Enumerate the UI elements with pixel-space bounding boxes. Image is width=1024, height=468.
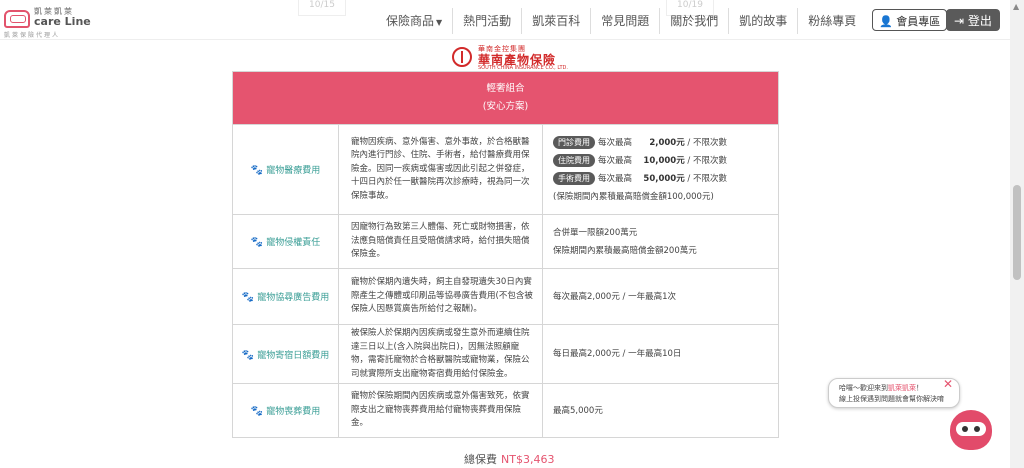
- chat-mascot-icon[interactable]: [950, 410, 992, 450]
- nav-item-products[interactable]: 保險商品 ▼: [376, 8, 454, 34]
- coverage-item-cell: 🐾 寵物醫療費用: [232, 124, 339, 215]
- table-row: 🐾 寵物侵權責任 因寵物行為致第三人體傷、死亡或財物損害，依法應負賠償責任且受賠償…: [232, 214, 779, 269]
- value-suffix: / 不限次數: [687, 155, 727, 166]
- plan-title-cell: 輕奢組合 (安心方案): [232, 71, 779, 125]
- coverage-value-cell: 最高5,000元: [542, 383, 779, 438]
- value-amount: 50,000元: [643, 173, 685, 184]
- value-line: 住院費用 每次最高 10,000元 / 不限次數: [553, 152, 772, 170]
- paw-icon: 🐾: [241, 349, 255, 361]
- careline-logo[interactable]: 凱萊凱萊 care Line 凱萊保險代理人: [4, 6, 92, 39]
- nav-item-story[interactable]: 凱的故事: [729, 8, 799, 34]
- chat-greeting: 哈囉～歡迎來到: [839, 384, 888, 392]
- insurer-logo: 華南金控集團 華南產物保險 SOUTH CHINA INSURANCE CO.,…: [452, 45, 568, 71]
- nav-item-fanpage[interactable]: 粉絲專頁: [798, 8, 866, 34]
- chat-line-1: 哈囉～歡迎來到凱萊凱萊！: [839, 383, 923, 393]
- total-price: NT$3,463: [501, 453, 555, 466]
- coverage-item-label: 寵物醫療費用: [266, 166, 321, 176]
- plan-title: 輕奢組合: [486, 83, 525, 94]
- coverage-value-cell: 門診費用 每次最高 2,000元 / 不限次數 住院費用 每次最高 10,000元 …: [542, 124, 779, 215]
- value-line: 合併單一限額200萬元: [553, 227, 638, 238]
- table-row: 🐾 寵物協尋廣告費用 寵物於保期內遺失時，飼主自發現遺失30日內實際產生之傳體或印…: [232, 268, 779, 325]
- table-row: 🐾 寵物醫療費用 寵物因疾病、意外傷害、意外事故，於合格獸醫院內進行門診、住院、手…: [232, 124, 779, 215]
- chat-exclaim: ！: [916, 384, 923, 392]
- member-area-button[interactable]: 👤 會員專區: [872, 9, 948, 31]
- plan-table: 輕奢組合 (安心方案) 🐾 寵物醫療費用 寵物因疾病、意外傷害、意外事故，於合格獸…: [232, 71, 779, 438]
- value-suffix: / 不限次數: [687, 137, 727, 148]
- coverage-item-cell: 🐾 寵物協尋廣告費用: [232, 268, 339, 325]
- value-line: 最高5,000元: [553, 405, 603, 416]
- total-label: 總保費: [464, 453, 497, 466]
- chat-line-2: 線上投保遇到問題就會幫你解決唷: [839, 395, 944, 403]
- table-row: 🐾 寵物寄宿日額費用 被保險人於保期內因疾病或發生意外而連續住院達三日以上(含入院…: [232, 324, 779, 384]
- logout-button[interactable]: ⇥ 登出: [946, 9, 1000, 31]
- table-row: 🐾 寵物喪葬費用 寵物於保險期間內因疾病或意外傷害致死，依實際支出之寵物喪葬費用給…: [232, 383, 779, 438]
- car-logo-icon: [4, 10, 30, 28]
- value-line: 門診費用 每次最高 2,000元 / 不限次數: [553, 134, 772, 152]
- value-prefix: 每次最高: [598, 173, 633, 184]
- value-tag: 住院費用: [553, 153, 595, 167]
- user-icon: 👤: [879, 15, 893, 28]
- coverage-desc: 被保險人於保期內因疾病或發生意外而連續住院達三日以上(含入院與出院日)，因無法照…: [338, 324, 543, 384]
- logo-brand-sub: 凱萊保險代理人: [4, 32, 61, 39]
- nav-item-label: 保險商品: [386, 14, 435, 28]
- value-amount: 2,000元: [649, 137, 685, 148]
- mascot-eyes: [956, 422, 986, 436]
- value-tag: 手術費用: [553, 171, 595, 185]
- paw-icon: 🐾: [250, 165, 264, 176]
- chat-bubble[interactable]: 哈囉～歡迎來到凱萊凱萊！ 線上投保遇到問題就會幫你解決唷 ✕: [828, 377, 960, 408]
- scroll-thumb[interactable]: [1013, 185, 1021, 280]
- paw-icon: 🐾: [250, 237, 264, 248]
- coverage-item-label: 寵物喪葬費用: [266, 407, 321, 417]
- value-line: 每日最高2,000元 / 一年最高10日: [553, 349, 682, 359]
- nav-item-events[interactable]: 熱門活動: [453, 8, 523, 34]
- site-header: 凱萊凱萊 care Line 凱萊保險代理人 10/15 10/19 保險商品 ▼…: [0, 0, 1010, 40]
- total-premium: 總保費 NT$3,463: [464, 451, 554, 467]
- coverage-desc: 寵物於保險期間內因疾病或意外傷害致死，依實際支出之寵物喪葬費用給付寵物喪葬費用保…: [338, 383, 543, 438]
- coverage-item-cell: 🐾 寵物侵權責任: [232, 214, 339, 269]
- nav-item-faq[interactable]: 常見問題: [591, 8, 661, 34]
- paw-icon: 🐾: [241, 292, 255, 303]
- coverage-item-label: 寵物協尋廣告費用: [257, 293, 330, 303]
- value-prefix: 每次最高: [598, 137, 633, 148]
- main-nav: 保險商品 ▼ 熱門活動 凱萊百科 常見問題 關於我們 凱的故事 粉絲專頁: [376, 8, 866, 34]
- coverage-item-cell: 🐾 寵物寄宿日額費用: [232, 324, 339, 384]
- coverage-item-label: 寵物侵權責任: [266, 238, 321, 248]
- insurer-mark-icon: [452, 47, 472, 67]
- coverage-value-cell: 每日最高2,000元 / 一年最高10日: [542, 324, 779, 384]
- logout-icon: ⇥: [954, 14, 965, 28]
- chat-brand: 凱萊凱萊: [888, 384, 916, 392]
- ghost-date-1: 10/15: [298, 0, 346, 16]
- value-line: 每次最高2,000元 / 一年最高1次: [553, 291, 677, 302]
- scroll-up-icon[interactable]: ▲: [1013, 2, 1019, 11]
- logo-brand-en: care Line: [34, 15, 91, 28]
- value-prefix: 每次最高: [598, 155, 633, 166]
- caret-down-icon: ▼: [436, 18, 443, 27]
- coverage-item-label: 寵物寄宿日額費用: [257, 350, 330, 361]
- page-scrollbar[interactable]: ▲: [1010, 0, 1024, 468]
- coverage-desc: 因寵物行為致第三人體傷、死亡或財物損害，依法應負賠償責任且受賠償請求時，給付損失…: [338, 214, 543, 269]
- coverage-item-cell: 🐾 寵物喪葬費用: [232, 383, 339, 438]
- nav-item-wiki[interactable]: 凱萊百科: [522, 8, 592, 34]
- paw-icon: 🐾: [250, 406, 264, 417]
- nav-item-about[interactable]: 關於我們: [660, 8, 730, 34]
- plan-header-row: 輕奢組合 (安心方案): [232, 71, 779, 125]
- value-amount: 10,000元: [643, 155, 685, 166]
- plan-subtitle: (安心方案): [482, 101, 529, 112]
- value-note: (保險期間內累積最高賠償金額100,000元): [553, 191, 714, 202]
- coverage-value-cell: 每次最高2,000元 / 一年最高1次: [542, 268, 779, 325]
- coverage-desc: 寵物因疾病、意外傷害、意外事故，於合格獸醫院內進行門診、住院、手術者，給付醫療費…: [338, 124, 543, 215]
- logout-label: 登出: [967, 14, 992, 28]
- value-line: 保險期間內累積最高賠償金額200萬元: [553, 245, 697, 256]
- value-suffix: / 不限次數: [687, 173, 727, 184]
- close-icon[interactable]: ✕: [943, 377, 953, 391]
- coverage-desc: 寵物於保期內遺失時，飼主自發現遺失30日內實際產生之傳體或印刷品等協尋廣告費用(…: [338, 268, 543, 325]
- coverage-value-cell: 合併單一限額200萬元 保險期間內累積最高賠償金額200萬元: [542, 214, 779, 269]
- value-tag: 門診費用: [553, 135, 595, 149]
- value-line: 手術費用 每次最高 50,000元 / 不限次數: [553, 170, 772, 188]
- member-area-label: 會員專區: [896, 15, 941, 28]
